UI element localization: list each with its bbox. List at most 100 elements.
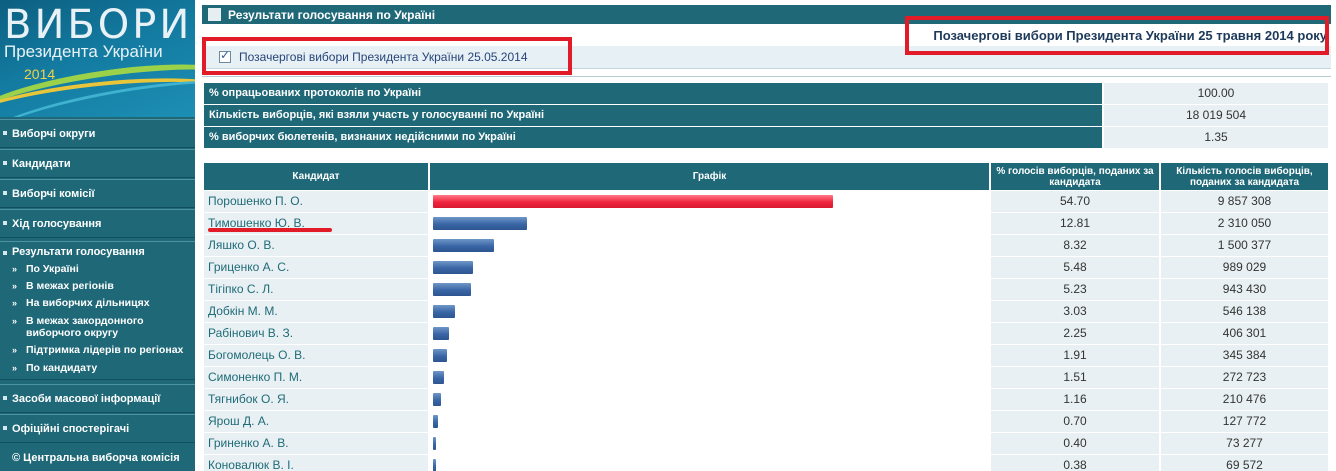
table-row: Гриненко А. В. 0.40 73 277 (204, 433, 1328, 454)
vote-percent: 8.32 (991, 235, 1159, 256)
sidebar-subitem-regions[interactable]: » В межах регіонів (12, 280, 190, 292)
column-header-votes: Кількість голосів виборців, поданих за к… (1161, 163, 1328, 190)
candidate-name-link[interactable]: Ярош Д. А. (204, 411, 428, 432)
column-header-candidate: Кандидат (204, 163, 428, 190)
bar-cell (430, 235, 989, 256)
vote-bar (433, 349, 447, 362)
table-row: Коновалюк В. І. 0.38 69 572 (204, 455, 1328, 471)
bar-cell (430, 411, 989, 432)
sidebar-item-districts[interactable]: Виборчі округи (0, 119, 195, 148)
bar-cell (430, 367, 989, 388)
bar-cell (430, 191, 989, 212)
table-row: Тігіпко С. Л. 5.23 943 430 (204, 279, 1328, 300)
vote-bar (433, 261, 473, 274)
candidate-name-link[interactable]: Гриценко А. С. (204, 257, 428, 278)
logo-year: 2014 (24, 66, 56, 82)
vote-count: 989 029 (1161, 257, 1328, 278)
logo-subtitle: Президента України (4, 42, 163, 61)
annotation-highlight-box (905, 16, 1329, 55)
candidate-name-link[interactable]: Рабінович В. З. (204, 323, 428, 344)
double-arrow-icon: » (12, 345, 18, 355)
table-row: Ярош Д. А. 0.70 127 772 (204, 411, 1328, 432)
candidate-name-link[interactable]: Гриненко А. В. (204, 433, 428, 454)
vote-percent: 0.38 (991, 455, 1159, 471)
vote-count: 73 277 (1161, 433, 1328, 454)
table-row: Гриценко А. С. 5.48 989 029 (204, 257, 1328, 278)
sidebar-item-media[interactable]: Засоби масової інформації (0, 384, 195, 413)
bar-cell (430, 301, 989, 322)
sidebar-subitem-ukraine[interactable]: » По Україні (12, 263, 190, 275)
elections-logo[interactable]: ВИБОРИ Президента України 2014 (0, 0, 195, 117)
sidebar-item-results[interactable]: Результати голосування (12, 246, 145, 258)
candidate-name-link[interactable]: Коновалюк В. І. (204, 455, 428, 471)
double-arrow-icon: » (12, 298, 18, 308)
column-header-percent: % голосів виборців, поданих за кандидата (991, 163, 1159, 190)
bar-cell (430, 279, 989, 300)
vote-count: 2 310 050 (1161, 213, 1328, 234)
summary-value: 18 019 504 (1104, 105, 1328, 126)
vote-bar (433, 283, 471, 296)
vote-percent: 54.70 (991, 191, 1159, 212)
sidebar-subitem-leaders-regions[interactable]: » Підтримка лідерів по регіонах (12, 344, 190, 356)
sidebar-subitem-stations[interactable]: » На виборчих дільницях (12, 297, 190, 309)
vote-bar (433, 415, 438, 428)
sidebar-item-commissions[interactable]: Виборчі комісії (0, 179, 195, 208)
candidate-name-link[interactable]: Богомолець О. В. (204, 345, 428, 366)
sidebar-subitem-by-candidate[interactable]: » По кандидату (12, 362, 190, 374)
divider (202, 76, 1331, 77)
bar-cell (430, 455, 989, 471)
candidate-name-link[interactable]: Тягнибок О. Я. (204, 389, 428, 410)
summary-row: % виборчих бюлетенів, визнаних недійсним… (204, 127, 1328, 149)
summary-label: Кількість виборців, які взяли участь у г… (204, 105, 1102, 126)
sidebar-item-observers[interactable]: Офіційні спостерігачі (0, 414, 195, 443)
column-header-graph: Графік (430, 163, 989, 190)
candidate-name-link[interactable]: Тігіпко С. Л. (204, 279, 428, 300)
vote-count: 272 723 (1161, 367, 1328, 388)
bar-cell (430, 389, 989, 410)
candidate-name-link[interactable]: Ляшко О. В. (204, 235, 428, 256)
vote-bar (433, 217, 527, 230)
vote-count: 943 430 (1161, 279, 1328, 300)
table-row: Тягнибок О. Я. 1.16 210 476 (204, 389, 1328, 410)
candidate-name-link[interactable]: Добкін М. М. (204, 301, 428, 322)
vote-percent: 1.91 (991, 345, 1159, 366)
vote-percent: 12.81 (991, 213, 1159, 234)
vote-bar (433, 371, 444, 384)
candidates-table-header: Кандидат Графік % голосів виборців, пода… (204, 163, 1328, 190)
bar-cell (430, 433, 989, 454)
copyright: © Центральна виборча комісія (12, 452, 180, 464)
summary-label: % виборчих бюлетенів, визнаних недійсним… (204, 127, 1102, 148)
sidebar-subitem-abroad[interactable]: » В межах закордонного виборчого округу (12, 315, 190, 339)
vote-percent: 5.48 (991, 257, 1159, 278)
bar-cell (430, 213, 989, 234)
bar-cell (430, 323, 989, 344)
vote-percent: 1.51 (991, 367, 1159, 388)
vote-count: 127 772 (1161, 411, 1328, 432)
vote-percent: 0.70 (991, 411, 1159, 432)
vote-bar (433, 239, 494, 252)
candidate-name-link[interactable]: Порошенко П. О. (204, 191, 428, 212)
page-title: Результати голосування по Україні (228, 7, 436, 22)
summary-value: 100.00 (1104, 83, 1328, 104)
double-arrow-icon: » (12, 363, 18, 373)
vote-count: 9 857 308 (1161, 191, 1328, 212)
table-row: Богомолець О. В. 1.91 345 384 (204, 345, 1328, 366)
summary-row: Кількість виборців, які взяли участь у г… (204, 105, 1328, 127)
candidate-name-link[interactable]: Симоненко П. М. (204, 367, 428, 388)
sidebar-item-voting-progress[interactable]: Хід голосування (0, 209, 195, 238)
vote-percent: 3.03 (991, 301, 1159, 322)
vote-bar (433, 327, 449, 340)
table-row: Симоненко П. М. 1.51 272 723 (204, 367, 1328, 388)
vote-count: 345 384 (1161, 345, 1328, 366)
vote-percent: 0.40 (991, 433, 1159, 454)
summary-label: % опрацьованих протоколів по Україні (204, 83, 1102, 104)
sidebar-item-candidates[interactable]: Кандидати (0, 149, 195, 178)
bar-cell (430, 345, 989, 366)
table-row: Тимошенко Ю. В. 12.81 2 310 050 (204, 213, 1328, 234)
vote-bar (433, 305, 455, 318)
table-row: Ляшко О. В. 8.32 1 500 377 (204, 235, 1328, 256)
vote-bar (433, 393, 441, 406)
square-icon (208, 8, 221, 21)
vote-bar (433, 459, 436, 471)
vote-count: 406 301 (1161, 323, 1328, 344)
